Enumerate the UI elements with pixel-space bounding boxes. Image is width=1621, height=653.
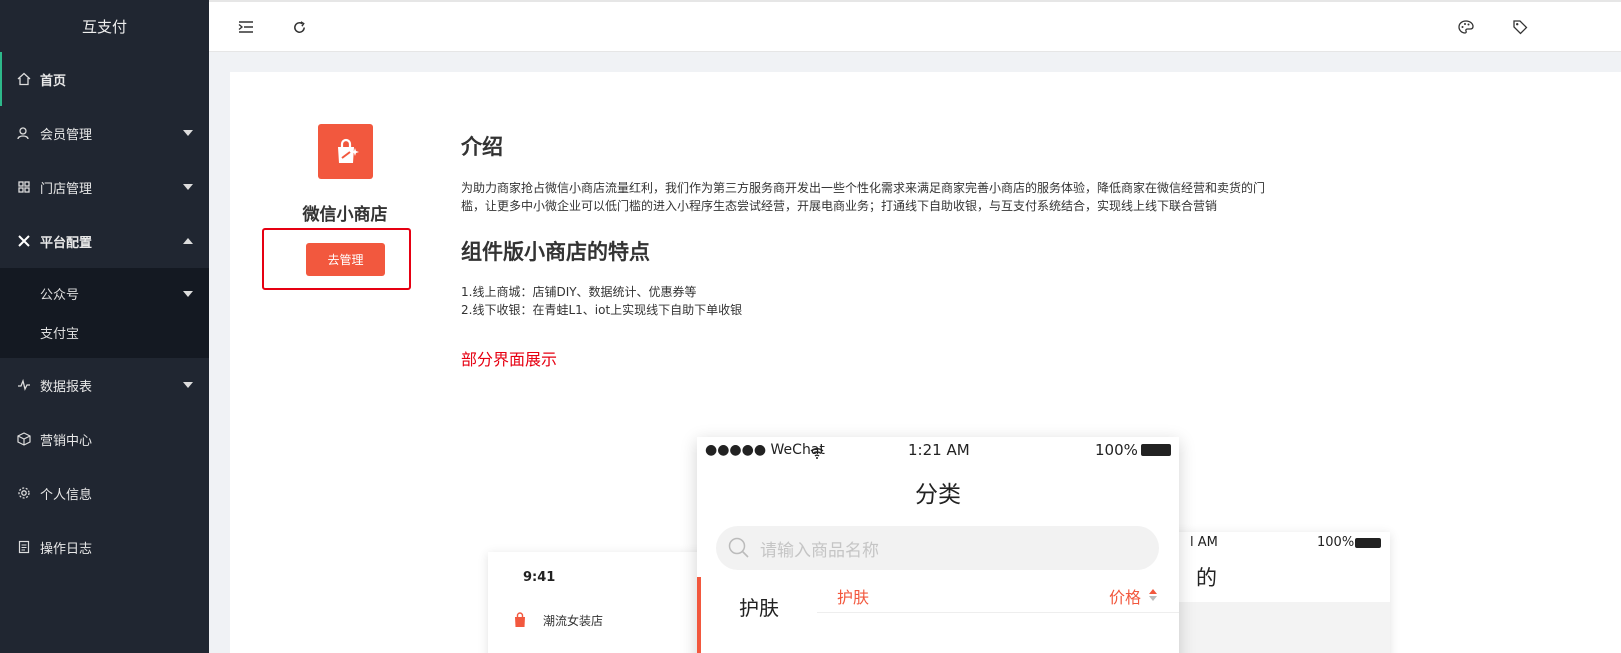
features-title: 组件版小商店的特点 xyxy=(461,240,650,264)
tab-category[interactable]: 护肤 xyxy=(837,584,869,608)
manage-highlight-box: 去管理 xyxy=(262,228,411,290)
gear-icon xyxy=(16,485,32,501)
phone-search-bar[interactable]: 请输入商品名称 xyxy=(716,526,1159,570)
top-toolbar xyxy=(209,0,1621,52)
preview-phone-right: l AM 100% 的 xyxy=(1150,532,1390,653)
sidebar-item-label: 操作日志 xyxy=(40,541,93,557)
palette-icon[interactable] xyxy=(1456,17,1476,37)
chevron-down-icon xyxy=(183,184,193,190)
phone-time: 9:41 xyxy=(523,570,556,585)
main-content: 微信小商店 去管理 介绍 为助力商家抢占微信小商店流量红利，我们作为第三方服务商… xyxy=(230,72,1621,653)
intro-paragraph: 为助力商家抢占微信小商店流量红利，我们作为第三方服务商开发出一些个性化需求来满足… xyxy=(461,179,1265,215)
search-icon xyxy=(728,537,750,559)
features-list: 1.线上商城：店铺DIY、数据统计、优惠券等 2.线下收银：在青蛙L1、iot上… xyxy=(461,283,742,319)
store-icon xyxy=(16,179,32,195)
sidebar-item-home[interactable]: 首页 xyxy=(0,52,209,106)
battery-icon xyxy=(1141,444,1171,456)
sort-icon xyxy=(1148,587,1158,603)
app-title: 互支付 xyxy=(81,17,127,36)
sidebar-item-reports[interactable]: 数据报表 xyxy=(0,358,209,412)
indent-icon[interactable] xyxy=(236,17,256,37)
phone-title-fragment: 的 xyxy=(1196,566,1217,590)
tag-icon[interactable] xyxy=(1510,17,1530,37)
preview-phone-left: 9:41 潮流女装店 xyxy=(488,552,708,653)
phone-battery: 100% xyxy=(1317,535,1355,550)
report-icon xyxy=(16,377,32,393)
phone-time: 1:21 AM xyxy=(908,441,970,459)
chevron-down-icon xyxy=(183,382,193,388)
shop-bag-icon xyxy=(512,612,528,628)
sidebar-item-platform-config[interactable]: 平台配置 xyxy=(0,214,209,268)
sidebar-item-label: 支付宝 xyxy=(40,327,80,342)
config-icon xyxy=(16,233,32,249)
manage-button[interactable]: 去管理 xyxy=(306,243,385,276)
wifi-icon xyxy=(810,444,824,459)
refresh-icon[interactable] xyxy=(289,17,309,37)
phone-sort-tabs: 护肤 价格 xyxy=(817,577,1179,613)
preview-phone-center: ●●●●● WeChat 1:21 AM 100% 分类 请输入商品名称 护肤 … xyxy=(697,437,1179,653)
phone-shop-name: 潮流女装店 xyxy=(543,614,604,628)
sidebar-item-members[interactable]: 会员管理 xyxy=(0,106,209,160)
chevron-up-icon xyxy=(183,238,193,244)
preview-title: 部分界面展示 xyxy=(461,350,558,369)
sidebar-item-label: 会员管理 xyxy=(40,127,93,143)
sidebar-item-label: 个人信息 xyxy=(40,487,93,503)
phone-time: l AM xyxy=(1190,535,1218,550)
sidebar-item-profile[interactable]: 个人信息 xyxy=(0,466,209,520)
member-icon xyxy=(16,125,32,141)
chevron-down-icon xyxy=(183,130,193,136)
sidebar: 互支付 首页 会员管理 门店管理 平台配置 公众号 支付宝 数据报表 营销中心 … xyxy=(0,0,209,653)
feature-item: 2.线下收银：在青蛙L1、iot上实现线下自助下单收银 xyxy=(461,303,743,317)
sidebar-item-logs[interactable]: 操作日志 xyxy=(0,520,209,574)
sidebar-item-marketing[interactable]: 营销中心 xyxy=(0,412,209,466)
submenu-platform-config: 公众号 支付宝 xyxy=(0,268,209,358)
intro-line: 为助力商家抢占微信小商店流量红利，我们作为第三方服务商开发出一些个性化需求来满足… xyxy=(461,181,1266,195)
category-item[interactable]: 护肤 xyxy=(739,592,779,621)
intro-line: 槛，让更多中小微企业可以低门槛的进入小程序生态尝试经营，开展电商业务；打通线下自… xyxy=(461,199,1218,213)
feature-item: 1.线上商城：店铺DIY、数据统计、优惠券等 xyxy=(461,285,697,299)
product-name: 微信小商店 xyxy=(302,205,388,225)
sidebar-item-stores[interactable]: 门店管理 xyxy=(0,160,209,214)
sidebar-item-wechat-official[interactable]: 公众号 xyxy=(0,274,209,313)
home-icon xyxy=(16,71,32,87)
intro-title: 介绍 xyxy=(461,135,503,159)
shop-bag-icon xyxy=(318,124,373,179)
sidebar-item-label: 首页 xyxy=(40,73,67,89)
sidebar-item-alipay[interactable]: 支付宝 xyxy=(0,313,209,352)
battery-icon xyxy=(1355,538,1381,548)
chevron-down-icon xyxy=(183,290,193,297)
tab-price[interactable]: 价格 xyxy=(1109,584,1141,608)
sidebar-item-label: 数据报表 xyxy=(40,379,93,395)
search-input-placeholder: 请输入商品名称 xyxy=(760,541,879,561)
phone-battery: 100% xyxy=(1095,441,1138,459)
sidebar-item-label: 平台配置 xyxy=(40,235,93,251)
cube-icon xyxy=(16,431,32,447)
sidebar-item-label: 公众号 xyxy=(40,288,80,303)
phone-carrier: ●●●●● WeChat xyxy=(705,442,825,458)
phone-page-title: 分类 xyxy=(915,482,961,508)
category-active-bar xyxy=(697,577,701,653)
sidebar-item-label: 营销中心 xyxy=(40,433,93,449)
phone-body xyxy=(1150,602,1390,653)
log-icon xyxy=(16,539,32,555)
sidebar-item-label: 门店管理 xyxy=(40,181,93,197)
